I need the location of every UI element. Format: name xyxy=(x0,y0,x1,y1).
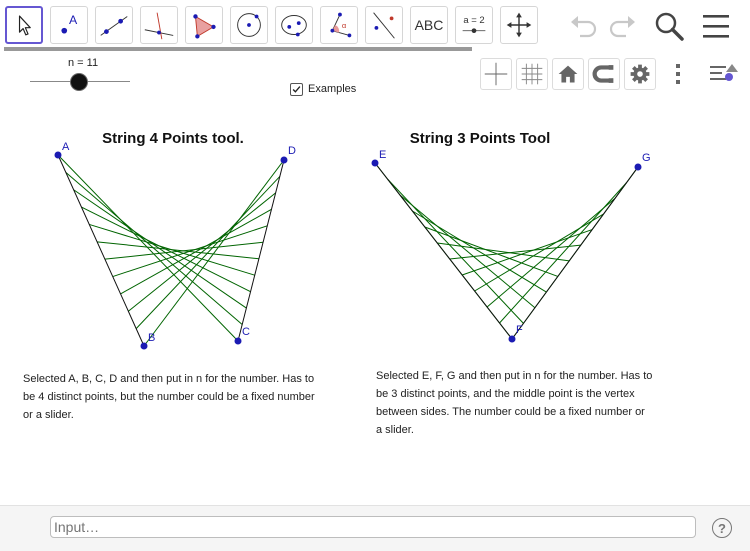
segment-cd xyxy=(237,159,285,342)
segment-ef xyxy=(374,162,513,340)
point-g[interactable] xyxy=(634,163,642,171)
right-figure-title: String 3 Points Tool xyxy=(410,130,551,147)
point-f[interactable] xyxy=(508,335,516,343)
algebra-input[interactable] xyxy=(50,516,696,538)
left-string-8 xyxy=(120,208,272,295)
left-string-1 xyxy=(65,171,243,325)
point-b[interactable] xyxy=(140,342,148,350)
segment-fg xyxy=(511,166,639,340)
point-b-label: B xyxy=(148,332,155,344)
left-figure-description: Selected A, B, C, D and then put in n fo… xyxy=(23,373,315,421)
input-bar: ? xyxy=(0,505,750,551)
right-string-4 xyxy=(424,226,558,277)
right-string-10 xyxy=(499,182,627,324)
segment-ab xyxy=(57,154,145,347)
left-string-2 xyxy=(73,189,247,309)
point-c-label: C xyxy=(242,326,250,338)
right-figure-description: Selected E, F, G and then put in n for t… xyxy=(376,370,653,436)
point-a[interactable] xyxy=(54,151,62,159)
point-a-label: A xyxy=(62,141,70,153)
right-string-art xyxy=(374,162,639,340)
point-d[interactable] xyxy=(280,156,288,164)
point-d-label: D xyxy=(288,145,296,157)
point-e[interactable] xyxy=(371,159,379,167)
left-string-art xyxy=(57,154,285,347)
point-c[interactable] xyxy=(234,337,242,345)
point-f-label: F xyxy=(516,324,523,336)
point-e-label: E xyxy=(379,149,386,161)
left-string-9 xyxy=(128,192,276,312)
left-string-10 xyxy=(135,176,281,329)
right-string-7 xyxy=(462,229,593,276)
right-string-3 xyxy=(412,210,547,293)
left-figure-title: String 4 Points tool. xyxy=(102,130,244,147)
right-string-1 xyxy=(387,178,524,324)
left-string-5 xyxy=(97,241,259,260)
right-string-2 xyxy=(399,194,536,309)
point-g-label: G xyxy=(642,152,651,164)
help-icon[interactable]: ? xyxy=(712,518,732,538)
